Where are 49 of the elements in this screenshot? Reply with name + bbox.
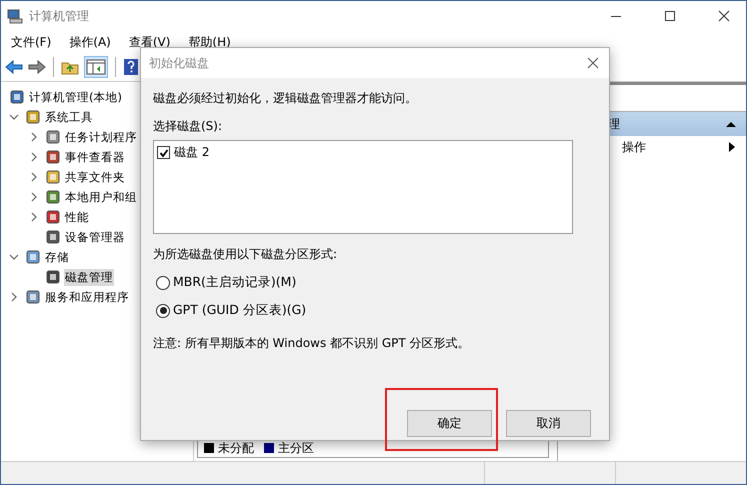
tree-item[interactable]: 性能 xyxy=(64,208,90,226)
tree-item[interactable]: 设备管理器 xyxy=(64,228,126,246)
legend-label: 未分配 xyxy=(218,440,254,456)
back-arrow-icon[interactable] xyxy=(5,59,23,75)
menu-item[interactable]: 文件(F) xyxy=(11,34,52,50)
tree-item[interactable]: 服务和应用程序 xyxy=(44,288,130,306)
submenu-triangle-icon xyxy=(728,142,736,152)
checkbox[interactable] xyxy=(157,146,170,159)
radio-button[interactable] xyxy=(156,304,170,318)
dialog-note: 注意: 所有早期版本的 Windows 都不识别 GPT 分区形式。 xyxy=(153,335,470,352)
expand-chevron-icon[interactable] xyxy=(29,132,39,142)
disk-list[interactable]: 磁盘 2 xyxy=(153,140,573,234)
menu-item[interactable]: 查看(V) xyxy=(128,34,170,50)
collapse-chevron-icon[interactable] xyxy=(9,112,19,122)
radio-label[interactable]: GPT (GUID 分区表)(G) xyxy=(173,302,306,319)
maximize-icon[interactable] xyxy=(664,10,676,22)
tree-item[interactable]: 存储 xyxy=(44,248,70,266)
tree-item[interactable]: 计算机管理(本地) xyxy=(28,88,123,106)
close-icon[interactable] xyxy=(587,57,599,69)
dialog-button[interactable]: 确定 xyxy=(407,410,492,437)
expand-chevron-icon[interactable] xyxy=(9,292,19,302)
expand-chevron-icon[interactable] xyxy=(29,192,39,202)
disk-item[interactable]: 磁盘 2 xyxy=(174,144,210,161)
panel-icon[interactable] xyxy=(84,56,108,78)
disk-list-label: 选择磁盘(S): xyxy=(153,118,222,135)
tree-item[interactable]: 系统工具 xyxy=(44,108,94,126)
dialog-title: 初始化磁盘 xyxy=(149,54,209,72)
dialog-button[interactable]: 取消 xyxy=(506,410,591,437)
close-icon[interactable] xyxy=(718,10,730,22)
dialog-message: 磁盘必须经过初始化，逻辑磁盘管理器才能访问。 xyxy=(153,90,417,107)
expand-chevron-icon[interactable] xyxy=(29,212,39,222)
collapse-chevron-icon[interactable] xyxy=(9,252,19,262)
forward-arrow-icon[interactable] xyxy=(28,59,46,75)
help-icon[interactable] xyxy=(123,58,139,76)
expand-chevron-icon[interactable] xyxy=(29,152,39,162)
tree-item[interactable]: 共享文件夹 xyxy=(64,168,126,186)
menu-item[interactable]: 操作(A) xyxy=(69,34,111,50)
menu-item[interactable]: 帮助(H) xyxy=(188,34,231,50)
tree-item[interactable]: 磁盘管理 xyxy=(64,268,114,286)
tree-item[interactable]: 本地用户和组 xyxy=(64,188,138,206)
radio-button[interactable] xyxy=(156,276,170,290)
tree-item[interactable]: 事件查看器 xyxy=(64,148,126,166)
collapse-triangle-icon[interactable] xyxy=(726,120,736,128)
expand-chevron-icon[interactable] xyxy=(29,172,39,182)
tree-item[interactable]: 任务计划程序 xyxy=(64,128,138,146)
window-title: 计算机管理 xyxy=(29,8,89,24)
radio-label[interactable]: MBR(主启动记录)(M) xyxy=(173,274,296,291)
partition-style-label: 为所选磁盘使用以下磁盘分区形式: xyxy=(153,246,338,263)
legend-label: 主分区 xyxy=(278,440,314,456)
